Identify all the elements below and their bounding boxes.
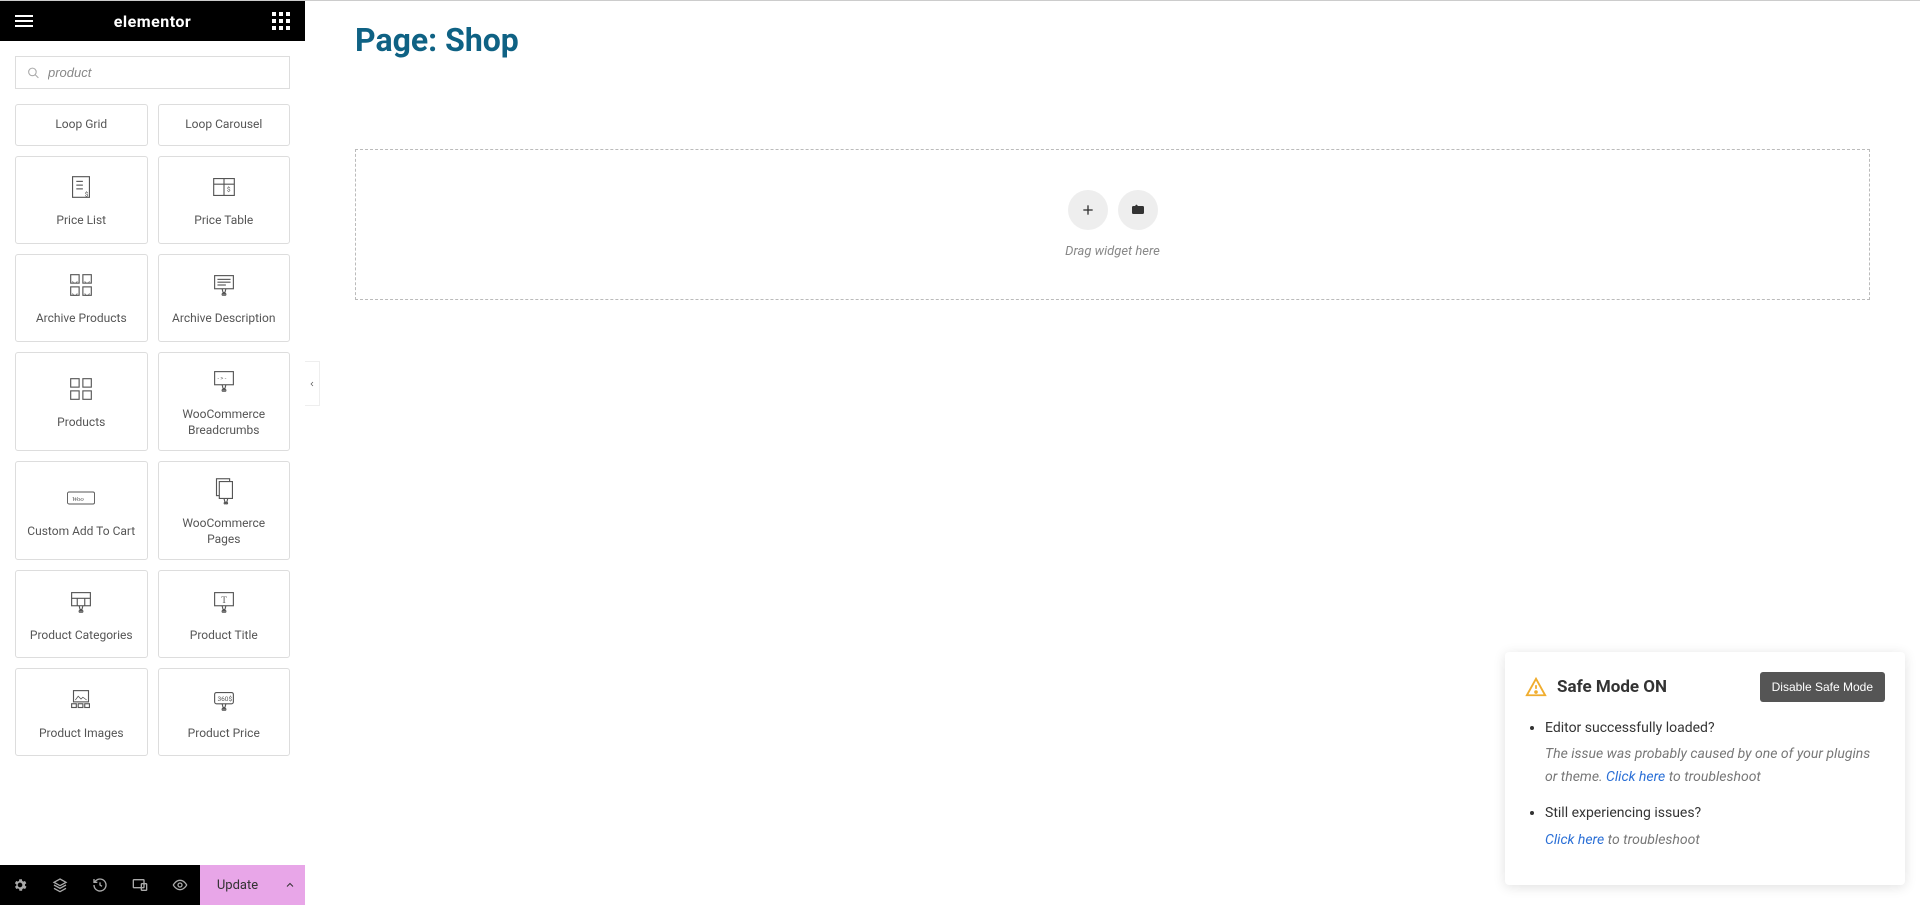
widget-loop-carousel[interactable]: Loop Carousel <box>158 104 291 146</box>
logo: elementor <box>114 12 192 31</box>
widget-archive-description[interactable]: Archive Description <box>158 254 291 342</box>
troubleshoot-link[interactable]: Click here <box>1606 769 1665 785</box>
svg-text:T: T <box>221 596 227 606</box>
widget-woocommerce-breadcrumbs[interactable]: - > - WooCommerce Breadcrumbs <box>158 352 291 451</box>
troubleshoot-link[interactable]: Click here <box>1545 832 1604 848</box>
history-icon[interactable] <box>80 865 120 905</box>
notice-title: Safe Mode ON <box>1557 677 1667 697</box>
menu-icon[interactable] <box>15 15 33 27</box>
widget-label: Archive Description <box>172 311 275 327</box>
search-input[interactable] <box>15 56 290 89</box>
safe-mode-notice: Safe Mode ON Disable Safe Mode Editor su… <box>1505 652 1905 885</box>
svg-text:$: $ <box>85 191 89 199</box>
update-button[interactable]: Update <box>200 865 275 905</box>
notice-item: Editor successfully loaded? The issue was… <box>1545 717 1885 788</box>
disable-safe-mode-button[interactable]: Disable Safe Mode <box>1760 672 1885 702</box>
svg-text:- > -: - > - <box>217 376 226 382</box>
notice-item: Still experiencing issues? Click here to … <box>1545 802 1885 851</box>
apps-grid-icon[interactable] <box>272 12 290 30</box>
widget-woocommerce-pages[interactable]: WooCommerce Pages <box>158 461 291 560</box>
widget-label: Product Images <box>39 726 124 742</box>
elementor-sidebar: elementor Loop Grid Loop Carousel $ Price L… <box>0 1 305 905</box>
archive-description-icon <box>208 269 240 301</box>
price-list-icon: $ <box>65 171 97 203</box>
price-table-icon: $ <box>208 171 240 203</box>
widget-price-list[interactable]: $ Price List <box>15 156 148 244</box>
widget-product-title[interactable]: T Product Title <box>158 570 291 658</box>
widget-list[interactable]: Loop Grid Loop Carousel $ Price List $ Price … <box>0 104 305 865</box>
widget-label: Loop Grid <box>55 117 107 133</box>
widget-label: Products <box>57 415 105 431</box>
widget-product-categories[interactable]: Product Categories <box>15 570 148 658</box>
svg-text:Woo: Woo <box>72 496 84 503</box>
update-options-button[interactable] <box>275 865 305 905</box>
page-title: Page: Shop <box>305 1 1920 79</box>
widget-price-table[interactable]: $ Price Table <box>158 156 291 244</box>
settings-icon[interactable] <box>0 865 40 905</box>
add-template-button[interactable] <box>1118 190 1158 230</box>
widget-loop-grid[interactable]: Loop Grid <box>15 104 148 146</box>
widget-label: WooCommerce Breadcrumbs <box>167 407 282 438</box>
breadcrumbs-icon: - > - <box>208 365 240 397</box>
widget-label: Custom Add To Cart <box>27 524 135 540</box>
widget-label: Archive Products <box>36 311 127 327</box>
widget-custom-add-to-cart[interactable]: Woo Custom Add To Cart <box>15 461 148 560</box>
product-price-icon: 360$ <box>208 684 240 716</box>
notice-sub: The issue was probably caused by one of … <box>1545 743 1885 788</box>
svg-text:360$: 360$ <box>217 695 232 703</box>
drop-hint: Drag widget here <box>1065 244 1160 259</box>
notice-question: Editor successfully loaded? <box>1545 720 1715 736</box>
widget-label: Price Table <box>194 213 253 229</box>
widget-archive-products[interactable]: Archive Products <box>15 254 148 342</box>
warning-icon <box>1525 676 1547 698</box>
product-categories-icon <box>65 586 97 618</box>
sidebar-header: elementor <box>0 1 305 41</box>
widget-label: Loop Carousel <box>185 117 262 133</box>
widget-label: Product Price <box>188 726 260 742</box>
responsive-icon[interactable] <box>120 865 160 905</box>
preview-icon[interactable] <box>160 865 200 905</box>
add-section-button[interactable] <box>1068 190 1108 230</box>
widget-products[interactable]: Products <box>15 352 148 451</box>
widget-label: WooCommerce Pages <box>167 516 282 547</box>
notice-question: Still experiencing issues? <box>1545 805 1701 821</box>
product-images-icon <box>65 684 97 716</box>
sidebar-footer: Update <box>0 865 305 905</box>
notice-sub: Click here to troubleshoot <box>1545 829 1885 851</box>
product-title-icon: T <box>208 586 240 618</box>
editor-canvas: Page: Shop Drag widget here Safe Mode ON <box>305 1 1920 905</box>
drop-area[interactable]: Drag widget here <box>355 149 1870 300</box>
search-icon <box>27 66 40 79</box>
add-to-cart-icon: Woo <box>65 482 97 514</box>
archive-products-icon <box>65 269 97 301</box>
widget-label: Price List <box>56 213 106 229</box>
collapse-sidebar-button[interactable] <box>305 361 320 406</box>
svg-text:$: $ <box>227 186 231 194</box>
navigator-icon[interactable] <box>40 865 80 905</box>
wc-pages-icon <box>208 474 240 506</box>
widget-product-price[interactable]: 360$ Product Price <box>158 668 291 756</box>
widget-label: Product Categories <box>30 628 133 644</box>
widget-product-images[interactable]: Product Images <box>15 668 148 756</box>
widget-label: Product Title <box>190 628 258 644</box>
products-icon <box>65 373 97 405</box>
